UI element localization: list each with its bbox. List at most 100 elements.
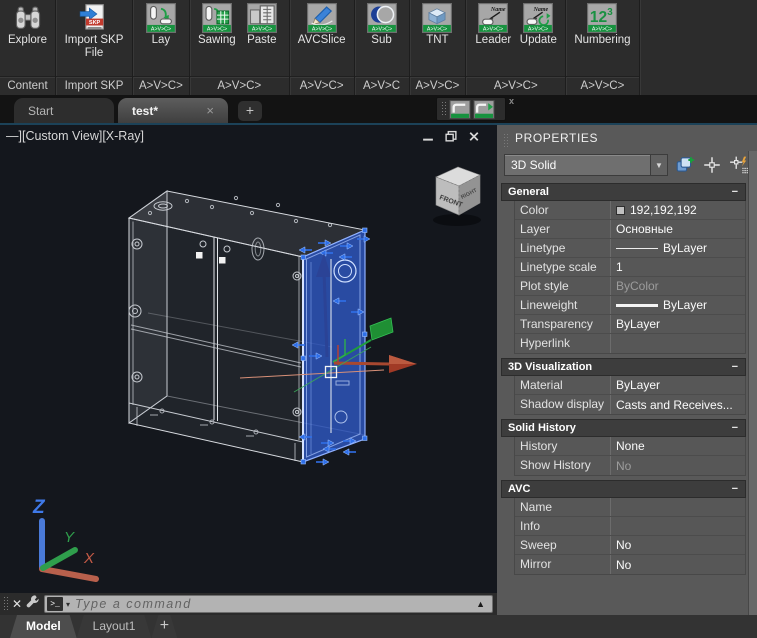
property-value[interactable]: ByColor xyxy=(610,277,745,295)
property-row-shadow-display[interactable]: Shadow displayCasts and Receives... xyxy=(515,395,745,414)
property-value[interactable]: None xyxy=(610,437,745,455)
property-value[interactable]: Casts and Receives... xyxy=(610,395,745,414)
lay-tool-icon[interactable] xyxy=(449,100,471,119)
file-tab-test[interactable]: test*× xyxy=(118,98,228,123)
property-row-hyperlink[interactable]: Hyperlink xyxy=(515,334,745,353)
ribbon-group-label[interactable]: A>V>C xyxy=(355,76,409,95)
property-value[interactable]: ByLayer xyxy=(610,315,745,333)
property-row-lineweight[interactable]: LineweightByLayer xyxy=(515,296,745,315)
ribbon-group-label[interactable]: A>V>C> xyxy=(410,76,466,95)
file-tabs: Starttest*× xyxy=(14,98,232,123)
property-row-color[interactable]: Color192,192,192 xyxy=(515,201,745,220)
property-value[interactable]: ByLayer xyxy=(610,296,745,314)
command-prompt-icon[interactable]: >_ xyxy=(47,597,63,611)
ribbon-button-sub[interactable]: A>V>C>Sub xyxy=(360,2,404,48)
command-history-expand-icon[interactable]: ▲ xyxy=(476,599,485,609)
close-tab-icon[interactable]: × xyxy=(206,103,214,118)
ribbon-group: NameA>V>C>LeaderNameA>V>C>Update A>V>C> xyxy=(466,0,566,95)
drawing-viewport[interactable]: —][Custom View][X-Ray] xyxy=(0,125,497,615)
property-row-linetype-scale[interactable]: Linetype scale1 xyxy=(515,258,745,277)
property-value[interactable] xyxy=(610,334,745,353)
property-label: Show History xyxy=(515,456,610,475)
section-header-3d-visualization[interactable]: 3D Visualization− xyxy=(501,358,746,376)
layout-tab-model[interactable]: Model xyxy=(10,615,77,638)
property-value[interactable]: No xyxy=(610,555,745,574)
property-value[interactable]: ByLayer xyxy=(610,376,745,394)
property-value-text: ByColor xyxy=(616,279,659,293)
ribbon-group-label[interactable]: A>V>C> xyxy=(566,76,638,95)
lay-update-tool-icon[interactable] xyxy=(473,100,495,119)
selected-panel[interactable] xyxy=(303,230,365,462)
new-layout-button[interactable]: + xyxy=(151,615,177,638)
ribbon-button-tnt[interactable]: A>V>C>TNT xyxy=(415,2,459,48)
ribbon-button-update[interactable]: NameA>V>C>Update xyxy=(516,2,560,48)
ribbon-group-buttons: A>V>C>SawingA>V>C>Paste xyxy=(190,0,289,76)
property-value[interactable]: 1 xyxy=(610,258,745,276)
toolbar-grip-handle[interactable] xyxy=(441,101,446,117)
collapse-section-icon[interactable]: − xyxy=(732,483,738,495)
command-input[interactable]: >_ ▾ Type a command ▲ xyxy=(44,595,493,613)
ribbon-button-import-skp-file[interactable]: SKPImport SKP File xyxy=(61,2,127,61)
section-header-solid-history[interactable]: Solid History− xyxy=(501,419,746,437)
ribbon-button-sawing[interactable]: A>V>C>Sawing xyxy=(195,2,239,48)
ribbon-button-explore[interactable]: Explore xyxy=(5,2,50,48)
object-type-value: 3D Solid xyxy=(505,158,650,172)
property-value[interactable]: Основные xyxy=(610,220,745,238)
property-row-name[interactable]: Name xyxy=(515,498,745,517)
mini-toolbar-close-icon[interactable]: x xyxy=(509,96,514,106)
select-objects-button[interactable] xyxy=(702,155,722,175)
property-row-layer[interactable]: LayerОсновные xyxy=(515,220,745,239)
ribbon-group-label[interactable]: A>V>C> xyxy=(466,76,565,95)
palette-grip-handle[interactable] xyxy=(503,133,508,149)
ribbon-button-numbering[interactable]: 123A>V>C>Numbering xyxy=(571,2,633,48)
dropdown-caret-icon[interactable]: ▼ xyxy=(650,155,667,175)
property-value[interactable] xyxy=(610,498,745,516)
wrench-icon[interactable] xyxy=(25,594,41,614)
3d-scene-canvas[interactable]: FRONT RIGHT Z Y X xyxy=(0,149,497,593)
palette-scrollbar[interactable] xyxy=(748,151,757,615)
ribbon-button-lay[interactable]: A>V>C>Lay xyxy=(139,2,183,48)
property-value[interactable]: 192,192,192 xyxy=(610,201,745,219)
collapse-section-icon[interactable]: − xyxy=(732,361,738,373)
new-drawing-tab-button[interactable]: + xyxy=(238,101,262,121)
property-value[interactable]: ByLayer xyxy=(610,239,745,257)
ribbon-group-label[interactable]: A>V>C> xyxy=(133,76,189,95)
property-row-info[interactable]: Info xyxy=(515,517,745,536)
property-value[interactable]: No xyxy=(610,536,745,554)
ribbon-button-paste[interactable]: A>V>C>Paste xyxy=(240,2,284,48)
collapse-section-icon[interactable]: − xyxy=(732,186,738,198)
ribbon-button-avcslice[interactable]: A>V>C>AVCSlice xyxy=(295,2,349,48)
property-row-material[interactable]: MaterialByLayer xyxy=(515,376,745,395)
quick-select-button[interactable] xyxy=(675,155,695,175)
property-sections: General−Color192,192,192LayerОсновныеLin… xyxy=(497,181,757,615)
property-row-show-history[interactable]: Show HistoryNo xyxy=(515,456,745,475)
ribbon-button-leader[interactable]: NameA>V>C>Leader xyxy=(471,2,515,48)
property-row-history[interactable]: HistoryNone xyxy=(515,437,745,456)
property-row-sweep[interactable]: SweepNo xyxy=(515,536,745,555)
layout-tab-layout1[interactable]: Layout1 xyxy=(77,615,152,638)
section-header-avc[interactable]: AVC− xyxy=(501,480,746,498)
property-row-linetype[interactable]: LinetypeByLayer xyxy=(515,239,745,258)
view-cube[interactable]: FRONT RIGHT xyxy=(433,167,481,226)
toggle-pickadd-button[interactable] xyxy=(729,155,749,175)
property-row-plot-style[interactable]: Plot styleByColor xyxy=(515,277,745,296)
section-header-general[interactable]: General− xyxy=(501,183,746,201)
recent-commands-caret-icon[interactable]: ▾ xyxy=(66,600,70,609)
object-type-dropdown[interactable]: 3D Solid ▼ xyxy=(504,154,668,176)
command-close-icon[interactable]: ✕ xyxy=(9,597,25,611)
ribbon-group-label[interactable]: Content xyxy=(0,76,55,95)
property-value[interactable]: No xyxy=(610,456,745,475)
property-section-general: General−Color192,192,192LayerОсновныеLin… xyxy=(501,183,746,354)
ribbon-group-label[interactable]: A>V>C> xyxy=(290,76,354,95)
ribbon-group-label[interactable]: Import SKP xyxy=(56,76,132,95)
property-row-mirror[interactable]: MirrorNo xyxy=(515,555,745,574)
restore-button[interactable] xyxy=(444,130,458,143)
ribbon-group-label[interactable]: A>V>C> xyxy=(190,76,289,95)
collapse-section-icon[interactable]: − xyxy=(732,422,738,434)
file-tab-start[interactable]: Start xyxy=(14,98,114,123)
command-bar-grip-handle[interactable] xyxy=(3,596,8,612)
property-value[interactable] xyxy=(610,517,745,535)
minimize-button[interactable] xyxy=(421,130,435,143)
close-icon[interactable] xyxy=(467,130,481,143)
property-row-transparency[interactable]: TransparencyByLayer xyxy=(515,315,745,334)
